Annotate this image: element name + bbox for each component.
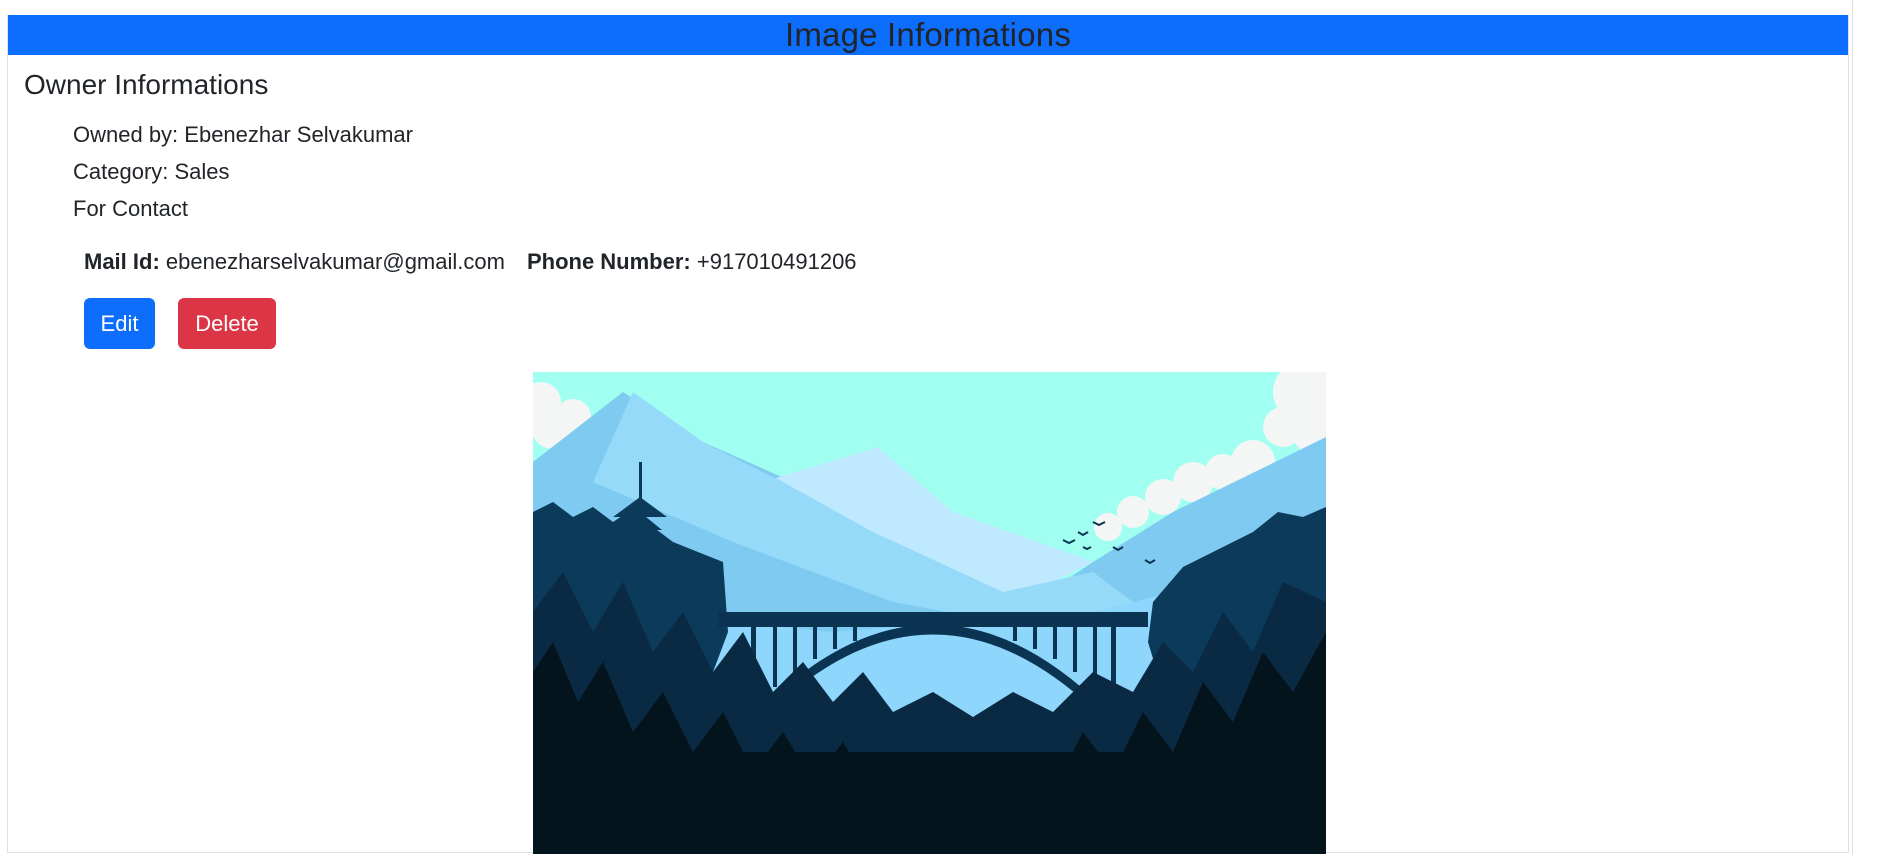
page-frame: Image Informations Owner Informations Ow… bbox=[7, 15, 1849, 854]
phone-field: Phone Number: +917010491206 bbox=[527, 249, 857, 275]
bridge-landscape-image bbox=[533, 372, 1326, 854]
image-illustration bbox=[533, 372, 1326, 854]
delete-button[interactable]: Delete bbox=[178, 298, 276, 349]
phone-value[interactable]: +917010491206 bbox=[697, 249, 857, 274]
page-title: Image Informations bbox=[784, 16, 1072, 53]
phone-label: Phone Number: bbox=[526, 249, 691, 274]
for-contact-label: For Contact bbox=[73, 196, 188, 221]
edit-button[interactable]: Edit bbox=[84, 298, 155, 349]
vertical-scrollbar[interactable] bbox=[1852, 0, 1882, 855]
mail-value[interactable]: ebenezharselvakumar@gmail.com bbox=[166, 249, 505, 274]
mail-field: Mail Id: ebenezharselvakumar@gmail.com bbox=[84, 249, 505, 275]
header-bar: Image Informations bbox=[8, 15, 1848, 55]
mail-label: Mail Id: bbox=[84, 249, 160, 274]
contact-row: Mail Id: ebenezharselvakumar@gmail.com P… bbox=[84, 249, 857, 275]
owner-section-title: Owner Informations bbox=[24, 69, 269, 100]
owned-by-text: Owned by: Ebenezhar Selvakumar bbox=[73, 122, 413, 147]
category-text: Category: Sales bbox=[73, 159, 230, 184]
